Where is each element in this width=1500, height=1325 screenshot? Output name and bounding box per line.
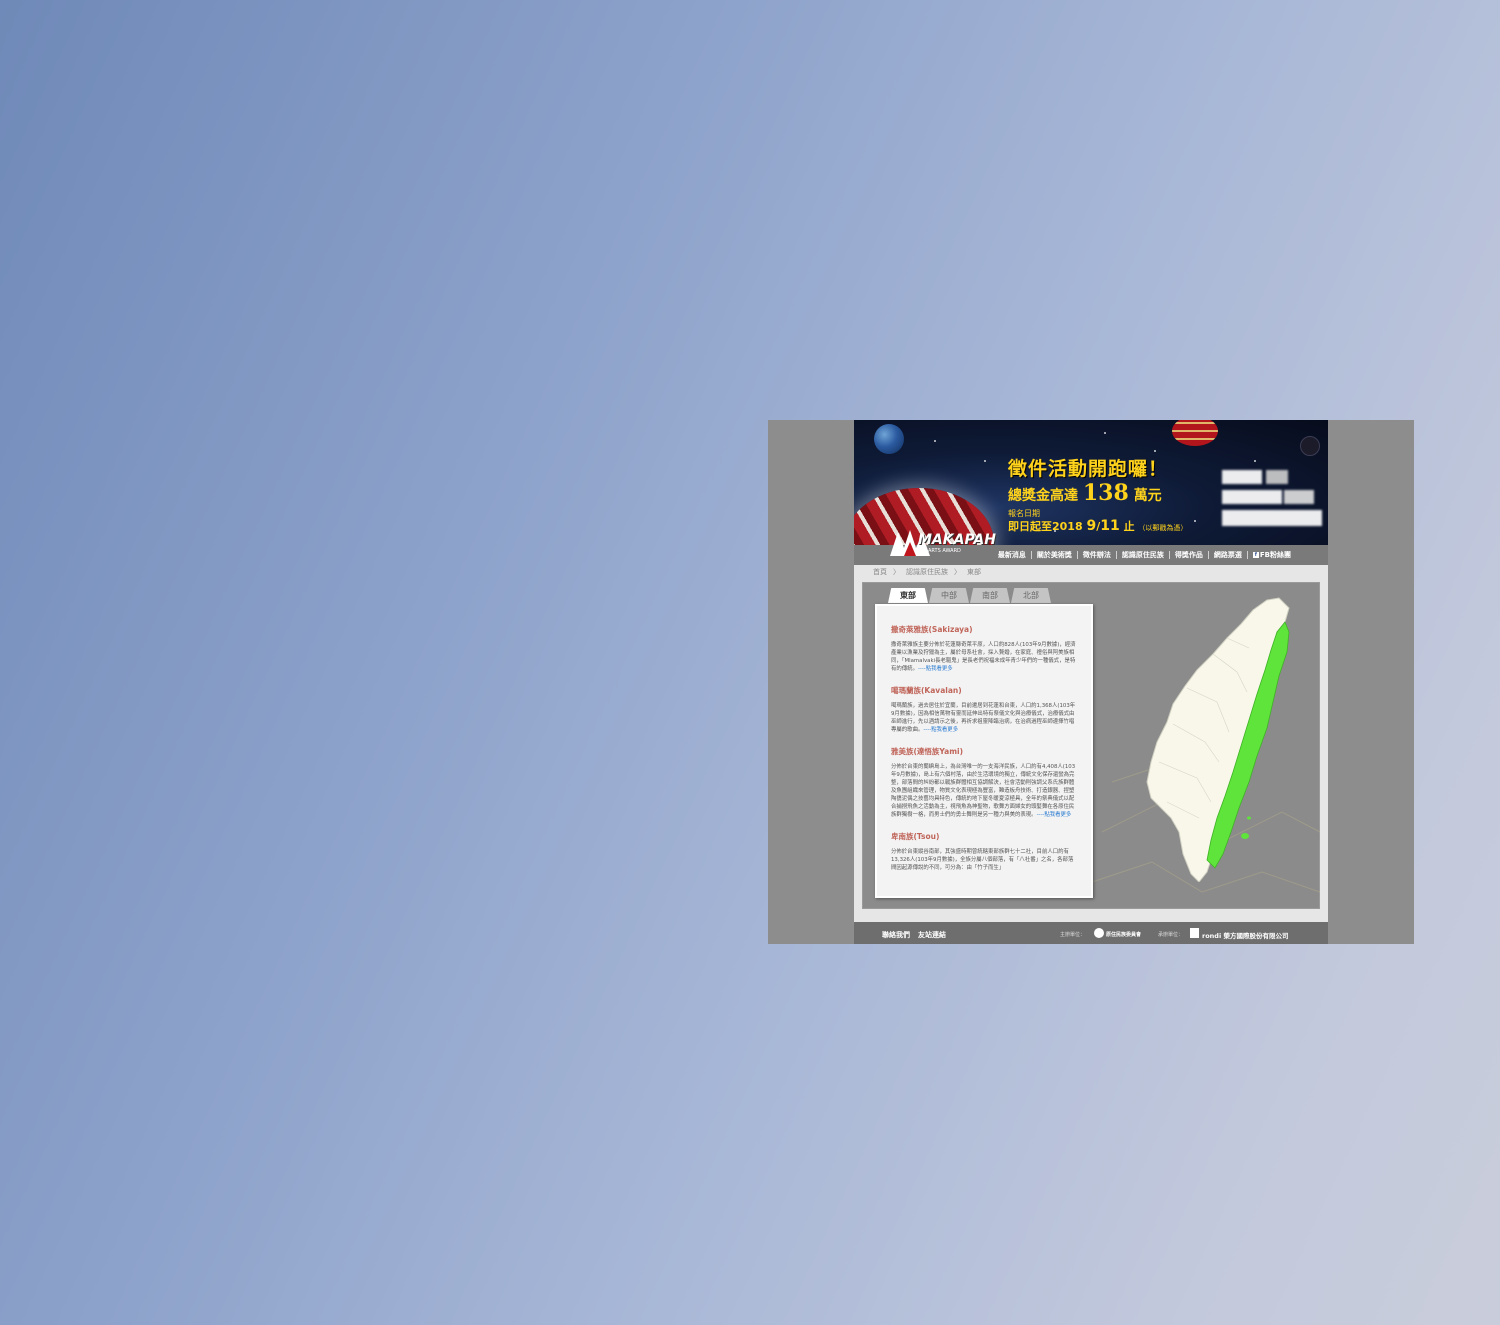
tab-north[interactable]: 北部 [1011, 588, 1051, 603]
host-org: 原住民族委員會 [1106, 932, 1142, 938]
tab-south[interactable]: 南部 [970, 588, 1010, 603]
footer: 聯絡我們 友站連結 主辦單位： 原住民族委員會 承辦單位： rondi 榮方國際… [854, 922, 1328, 944]
host-logo-icon [1094, 928, 1104, 938]
island-orchid[interactable] [1241, 833, 1249, 839]
tribe-description-text: 分佈於台東縱谷南部，其強盛時期曾統轄東部族群七十二社，目前人口約有13,326人… [891, 849, 1074, 871]
read-more-link[interactable]: ----點我看更多 [923, 727, 958, 733]
footer-links-link[interactable]: 友站連結 [918, 930, 946, 940]
exec-label: 承辦單位： [1158, 932, 1184, 938]
breadcrumb-current: 東部 [967, 568, 981, 576]
facebook-icon: f [1252, 552, 1259, 558]
prize-unit: 萬元 [1133, 488, 1162, 504]
tab-east[interactable]: 東部 [888, 588, 928, 603]
exec-logo-icon [1190, 928, 1199, 938]
banner-title: 徵件活動開跑囉！ [1008, 458, 1169, 480]
host-label: 主辦單位： [1060, 932, 1086, 938]
star [1254, 460, 1256, 462]
planet-graphic [1172, 420, 1218, 446]
tribe-list[interactable]: 撒奇萊雅族(Sakizaya) 撒奇萊雅族主要分佈於花蓮縣奇萊平原，人口約828… [875, 604, 1093, 898]
star [1194, 520, 1196, 522]
date-prefix: 即日起至2018 [1008, 520, 1083, 533]
tribe-description: 撒奇萊雅族主要分佈於花蓮縣奇萊平原，人口約828人(103年9月數據)，經濟產業… [891, 641, 1077, 673]
date-month: 9 [1086, 518, 1097, 534]
star [1154, 450, 1156, 452]
tribe-name: 卑南族(Tsou) [891, 832, 940, 841]
list-item: 卑南族(Tsou) 分佈於台東縱谷南部，其強盛時期曾統轄東部族群七十二社，目前人… [891, 831, 1077, 872]
banner-date: 即日起至2018 9/11 止 （以郵戳為憑） [1008, 518, 1187, 534]
nav-item-facebook[interactable]: f FB粉絲團 [1248, 551, 1296, 559]
date-note: （以郵戳為憑） [1138, 524, 1188, 532]
site-logo[interactable]: MAKAPAH ARTS AWARD [890, 520, 996, 560]
star [984, 460, 986, 462]
prize-amount: 138 [1082, 480, 1129, 506]
nav-item-winners[interactable]: 得獎作品 [1170, 551, 1209, 559]
nav-item-about[interactable]: 關於美術獎 [1032, 551, 1078, 559]
read-more-link[interactable]: ----點我看更多 [1037, 812, 1072, 818]
nav-item-vote[interactable]: 網路票選 [1209, 551, 1248, 559]
tab-central[interactable]: 中部 [929, 588, 969, 603]
nav-item-facebook-label: FB粉絲團 [1259, 551, 1291, 559]
nav-item-news[interactable]: 最新消息 [993, 551, 1032, 559]
planet-graphic [874, 424, 904, 454]
list-item: 噶瑪蘭族(Kavalan) 噶瑪蘭族，過去居住於宜蘭，目前遷居到花蓮和台東，人口… [891, 685, 1077, 734]
tribe-description: 噶瑪蘭族，過去居住於宜蘭，目前遷居到花蓮和台東，人口約1,368人(103年9月… [891, 702, 1077, 734]
tribe-name: 撒奇萊雅族(Sakizaya) [891, 625, 973, 634]
date-suffix: 止 [1123, 520, 1135, 533]
footer-contact-link[interactable]: 聯絡我們 [882, 930, 910, 940]
tribe-description-text: 分佈於台東的蘭嶼島上，為台灣唯一的一支海洋民族，人口約有4,408人(103年9… [891, 764, 1076, 818]
island-green[interactable] [1247, 816, 1251, 820]
tribe-name: 雅美族(達悟族Yami) [891, 747, 964, 756]
breadcrumb-tribes[interactable]: 認識原住民族 [906, 567, 948, 577]
date-day: 11 [1100, 518, 1120, 534]
planet-graphic [1300, 436, 1320, 456]
region-tabs: 東部 中部 南部 北部 [888, 588, 1051, 603]
list-item: 撒奇萊雅族(Sakizaya) 撒奇萊雅族主要分佈於花蓮縣奇萊平原，人口約828… [891, 624, 1077, 673]
tribe-description: 分佈於台東的蘭嶼島上，為台灣唯一的一支海洋民族，人口約有4,408人(103年9… [891, 763, 1077, 819]
nav-item-tribes[interactable]: 認識原住民族 [1117, 551, 1170, 559]
nav-item-rules[interactable]: 徵件辦法 [1078, 551, 1117, 559]
tribe-description: 分佈於台東縱谷南部，其強盛時期曾統轄東部族群七十二社，目前人口約有13,326人… [891, 848, 1077, 872]
tribe-list-content: 撒奇萊雅族(Sakizaya) 撒奇萊雅族主要分佈於花蓮縣奇萊平原，人口約828… [891, 624, 1077, 884]
exec-org: rondi 榮方國際股份有限公司 [1202, 932, 1289, 940]
breadcrumb-home[interactable]: 首頁 [873, 567, 887, 577]
prize-prefix: 總獎金高達 [1008, 488, 1078, 504]
logo-wordmark: MAKAPAH [918, 532, 996, 548]
tribe-description-text: 噶瑪蘭族，過去居住於宜蘭，目前遷居到花蓮和台東，人口約1,368人(103年9月… [891, 703, 1076, 733]
region-panel: 東部 中部 南部 北部 撒奇萊雅族(Sakizaya) 撒奇萊雅族主要分佈於花蓮… [862, 582, 1320, 909]
logo-subtitle: ARTS AWARD [928, 548, 961, 554]
website: 徵件活動開跑囉！ 總獎金高達 138 萬元 報名日期 即日起至2018 9/11… [854, 420, 1328, 944]
breadcrumb-separator: 〉 [893, 568, 900, 576]
star [934, 440, 936, 442]
nav-links: 最新消息 關於美術獎 徵件辦法 認識原住民族 得獎作品 網路票選 f FB粉絲團 [993, 545, 1296, 565]
taiwan-map[interactable] [1127, 592, 1317, 883]
makapah-logo-graphic [1220, 466, 1326, 530]
browser-viewport: 徵件活動開跑囉！ 總獎金高達 138 萬元 報名日期 即日起至2018 9/11… [768, 420, 1414, 944]
breadcrumb: 首頁 〉 認識原住民族 〉 東部 [873, 567, 981, 577]
breadcrumb-separator: 〉 [954, 568, 961, 576]
tribe-name: 噶瑪蘭族(Kavalan) [891, 686, 962, 695]
read-more-link[interactable]: ----點我看更多 [918, 666, 953, 672]
banner-prize: 總獎金高達 138 萬元 [1008, 480, 1162, 506]
star [1104, 432, 1106, 434]
list-item: 雅美族(達悟族Yami) 分佈於台東的蘭嶼島上，為台灣唯一的一支海洋民族，人口約… [891, 746, 1077, 819]
